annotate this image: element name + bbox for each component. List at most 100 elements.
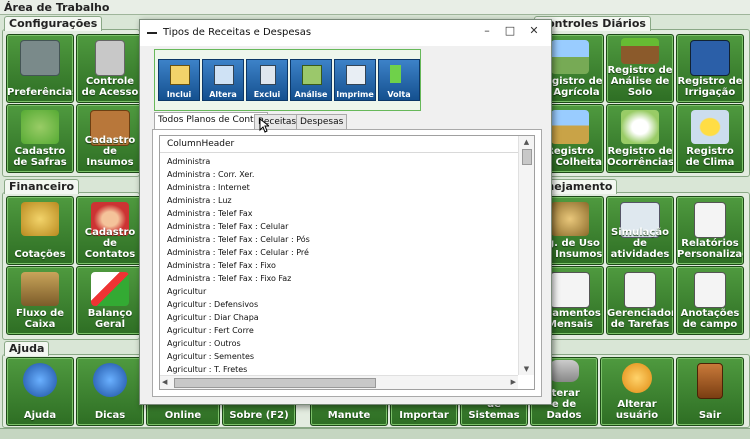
tile-simulacao[interactable]: Simulação de atividades (606, 196, 674, 265)
list-item[interactable]: Administra : Telef Fax : Celular (160, 220, 516, 233)
tile-ajuda[interactable]: Ajuda (6, 357, 74, 426)
mouse-cursor-icon (259, 118, 269, 133)
tile-ocorrencias-label-1: Registro de (607, 146, 673, 157)
list-item[interactable]: Administra : Telef Fax : Celular : Pós (160, 233, 516, 246)
tile-importar-label: Importar (399, 410, 449, 421)
tile-tarefas-label-1: Gerenciador (607, 308, 674, 319)
list-item[interactable]: Agricultur : Diar Chapa (160, 311, 516, 324)
trash-icon (260, 65, 276, 85)
tile-cotacoes-label: Cotações (14, 249, 66, 260)
growth-chart-icon (91, 272, 129, 306)
tile-fluxo-caixa-label-2: Caixa (24, 319, 56, 330)
inclui-button[interactable]: Inclui (158, 59, 200, 101)
section-ajuda-label: Ajuda (4, 341, 50, 356)
tile-balanco[interactable]: Balanço Geral (76, 266, 144, 335)
close-button[interactable]: ✕ (524, 24, 544, 37)
tile-ajuda-label: Ajuda (23, 410, 57, 421)
list-item[interactable]: Administra : Corr. Xer. (160, 168, 516, 181)
tractor-icon (551, 40, 589, 74)
tile-fluxo-caixa-label-1: Fluxo de (15, 308, 65, 319)
report-icon (694, 202, 726, 238)
list-item[interactable]: Administra : Telef Fax : Fixo (160, 259, 516, 272)
tile-anotacoes[interactable]: Anotações de campo (676, 266, 744, 335)
vertical-scroll-thumb[interactable] (522, 149, 532, 165)
tile-controle-acesso-label-2: de Acesso (81, 87, 139, 98)
tab-despesas[interactable]: Despesas (296, 114, 348, 129)
weather-icon (691, 110, 729, 144)
tile-alterar-usuario-label-2: usuário (615, 410, 659, 421)
maximize-button[interactable]: □ (500, 24, 520, 37)
scroll-down-icon[interactable]: ▼ (519, 363, 534, 375)
tile-controle-acesso[interactable]: Controle de Acesso (76, 34, 144, 103)
column-header[interactable]: ColumnHeader (160, 136, 518, 153)
tile-sair[interactable]: Sair (676, 357, 744, 426)
section-financeiro-label: Financeiro (4, 179, 80, 194)
tile-relatorios[interactable]: RelatóriosPersonalizados (676, 196, 744, 265)
tile-analise-solo[interactable]: Registro de Análise de Solo (606, 34, 674, 103)
scroll-right-icon[interactable]: ▶ (511, 376, 516, 388)
vertical-scrollbar[interactable]: ▲ ▼ (518, 136, 534, 375)
tile-preferencias[interactable]: Preferências (6, 34, 74, 103)
tile-clima[interactable]: Registro de Clima (676, 104, 744, 173)
tile-relatorios-label-2: Personalizados (677, 249, 743, 260)
tile-dicas-label: Dicas (94, 410, 126, 421)
tile-cadastro-insumos[interactable]: Cadastro de Insumos (76, 104, 144, 173)
money-icon (302, 65, 322, 85)
minimize-button[interactable]: – (477, 24, 497, 37)
tile-cadastro-safras[interactable]: Cadastro de Safras (6, 104, 74, 173)
tile-cadastro-contatos-label-1: Cadastro (84, 227, 136, 238)
volta-button[interactable]: Volta (378, 59, 420, 101)
tab-todos-planos[interactable]: Todos Planos de Contas (154, 112, 268, 129)
list-item[interactable]: Administra : Internet (160, 181, 516, 194)
refresh-icon (622, 363, 652, 393)
tile-online-label: Online (164, 410, 202, 421)
imprime-button[interactable]: Imprime (334, 59, 376, 101)
list-item[interactable]: Agricultur : Fert Corre (160, 324, 516, 337)
tile-alterar-usuario[interactable]: Alterar usuário (600, 357, 674, 426)
tile-preferencias-label: Preferências (7, 87, 74, 98)
analise-button[interactable]: Análise (290, 59, 332, 101)
tile-sobre-label: Sobre (F2) (229, 410, 289, 421)
scroll-up-icon[interactable]: ▲ (519, 136, 534, 148)
horizontal-scrollbar[interactable]: ◀ ▶ (160, 375, 518, 389)
tile-dicas[interactable]: Dicas (76, 357, 144, 426)
soil-icon (621, 38, 659, 64)
tile-fluxo-caixa[interactable]: Fluxo de Caixa (6, 266, 74, 335)
list-item[interactable]: Administra : Telef Fax : Celular : Pré (160, 246, 516, 259)
tile-controle-acesso-label-1: Controle (85, 76, 135, 87)
tile-cadastro-contatos[interactable]: Cadastro de Contatos (76, 196, 144, 265)
seeds-icon (551, 202, 589, 236)
list-item[interactable]: Administra : Telef Fax : Fixo Faz (160, 272, 516, 285)
calendar-icon (550, 272, 590, 308)
section-configuracoes-label: Configurações (4, 16, 103, 31)
list-item[interactable]: Agricultur : Sementes (160, 350, 516, 363)
tile-clima-label-2: de Clima (685, 157, 735, 168)
folder-add-icon (170, 65, 190, 85)
tile-irrigacao[interactable]: Registro de Irrigação (676, 34, 744, 103)
volta-label: Volta (387, 90, 411, 99)
tile-analise-solo-label-1: Registro de (607, 65, 673, 76)
list-item[interactable]: Administra : Telef Fax (160, 207, 516, 220)
lock-icon (95, 40, 125, 76)
insects-icon (621, 110, 659, 144)
tile-ocorrencias[interactable]: Registro de Ocorrências (606, 104, 674, 173)
tile-cotacoes[interactable]: Cotações (6, 196, 74, 265)
database-icon (549, 360, 579, 382)
plan-list[interactable]: ColumnHeader Administra Administra : Corr… (159, 135, 535, 390)
list-item[interactable]: Agricultur : Defensivos (160, 298, 516, 311)
list-item[interactable]: Agricultur : Outros (160, 337, 516, 350)
list-item[interactable]: Administra (160, 155, 516, 168)
altera-button[interactable]: Altera (202, 59, 244, 101)
list-item[interactable]: Administra : Luz (160, 194, 516, 207)
tile-irrigacao-label-2: Irrigação (684, 87, 736, 98)
tile-balanco-label-2: Geral (94, 319, 126, 330)
tile-tarefas[interactable]: Gerenciador de Tarefas (606, 266, 674, 335)
tile-tarefas-label-2: de Tarefas (610, 319, 670, 330)
desktop-title: Área de Trabalho (0, 0, 750, 15)
list-item[interactable]: Agricultur (160, 285, 516, 298)
scroll-left-icon[interactable]: ◀ (162, 376, 167, 388)
printer-icon (346, 65, 366, 85)
exclui-button[interactable]: Exclui (246, 59, 288, 101)
tile-analise-solo-label-3: Solo (627, 87, 653, 98)
horizontal-scroll-thumb[interactable] (174, 378, 376, 388)
